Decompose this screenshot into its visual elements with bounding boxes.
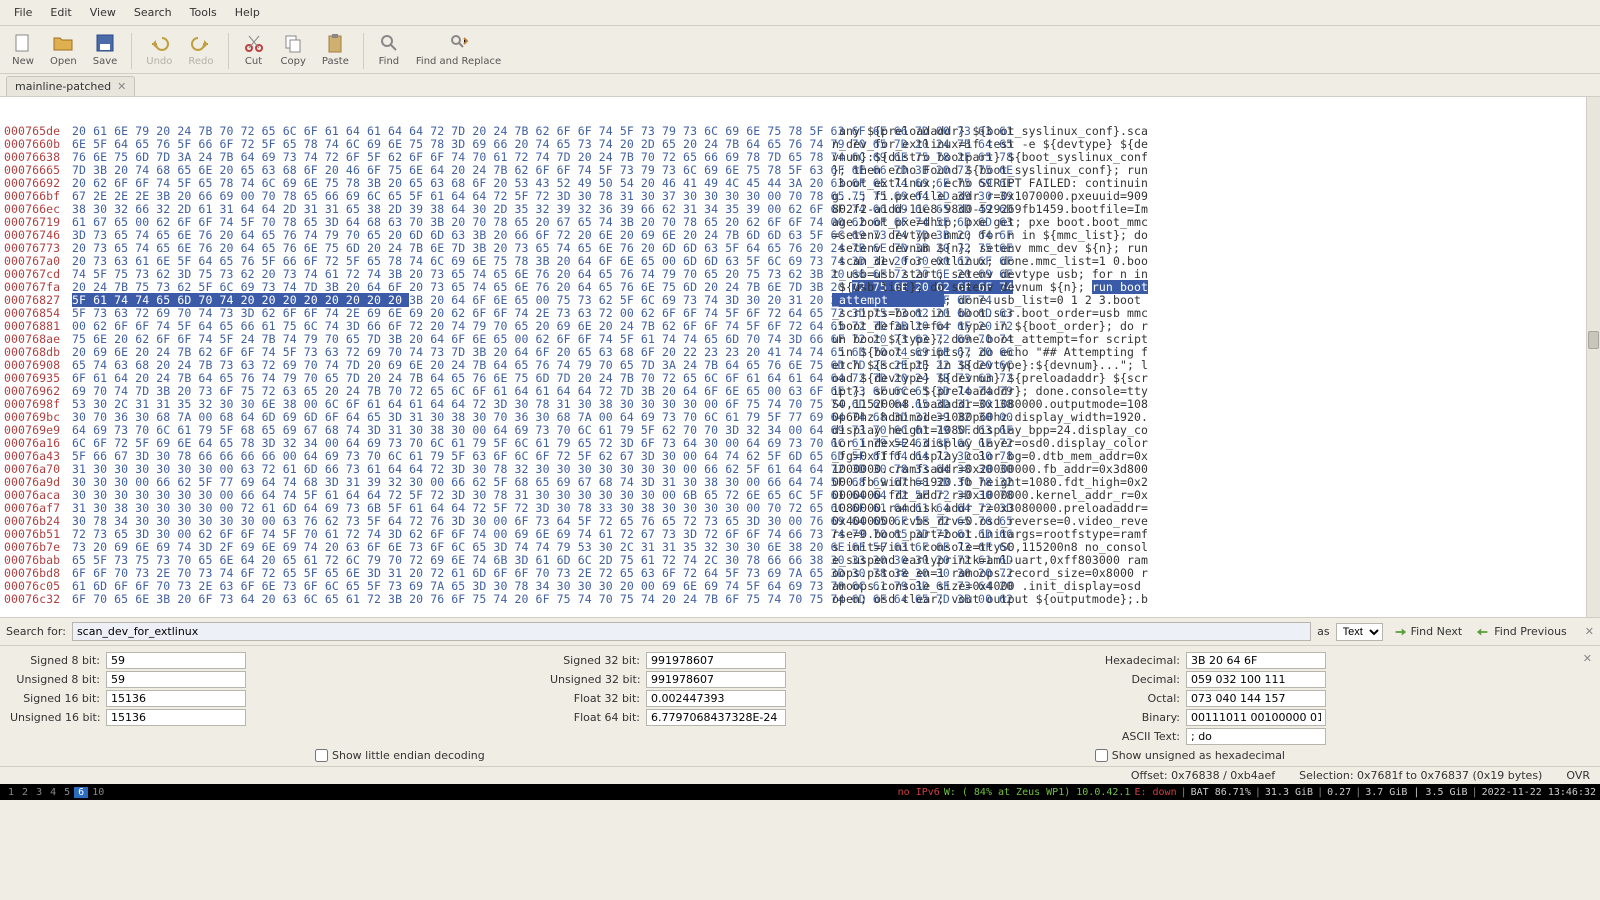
close-icon[interactable]: ✕ bbox=[1585, 625, 1594, 638]
find-button[interactable]: Find bbox=[372, 30, 406, 69]
find-next-button[interactable]: Find Next bbox=[1389, 624, 1467, 640]
decode-value[interactable] bbox=[646, 652, 786, 669]
decode-label: Signed 8 bit: bbox=[10, 654, 100, 667]
cut-button[interactable]: Cut bbox=[237, 30, 271, 69]
searchbar: Search for: as Text Find Next Find Previ… bbox=[0, 617, 1600, 645]
workspace-4[interactable]: 4 bbox=[46, 787, 60, 798]
menu-edit[interactable]: Edit bbox=[42, 2, 79, 23]
save-button[interactable]: Save bbox=[87, 30, 124, 69]
new-button[interactable]: New bbox=[6, 30, 40, 69]
open-icon bbox=[52, 32, 74, 54]
status-battery: BAT 86.71% bbox=[1191, 787, 1251, 798]
find-icon bbox=[378, 32, 400, 54]
decode-label: Unsigned 16 bit: bbox=[10, 711, 100, 724]
menu-tools[interactable]: Tools bbox=[182, 2, 225, 23]
undo-button: Undo bbox=[140, 30, 178, 69]
selection-label: Selection: 0x7681f to 0x76837 (0x19 byte… bbox=[1299, 769, 1542, 782]
workspace-2[interactable]: 2 bbox=[18, 787, 32, 798]
overwrite-mode: OVR bbox=[1566, 769, 1590, 782]
decode-label: Float 64 bit: bbox=[550, 711, 640, 724]
copy-icon bbox=[282, 32, 304, 54]
decode-label: Signed 32 bit: bbox=[550, 654, 640, 667]
workspace-10[interactable]: 10 bbox=[88, 787, 108, 798]
copy-button[interactable]: Copy bbox=[275, 30, 312, 69]
little-endian-checkbox[interactable]: Show little endian decoding bbox=[315, 749, 485, 762]
findrepl-icon bbox=[448, 32, 470, 54]
decode-label: Binary: bbox=[1090, 711, 1180, 724]
workspace-switcher[interactable]: 12345610 bbox=[4, 787, 108, 798]
decode-label: Unsigned 32 bit: bbox=[550, 673, 640, 686]
workspace-1[interactable]: 1 bbox=[4, 787, 18, 798]
open-button[interactable]: Open bbox=[44, 30, 83, 69]
paste-icon bbox=[324, 32, 346, 54]
search-input[interactable] bbox=[72, 622, 1311, 641]
decode-value[interactable] bbox=[106, 671, 246, 688]
menu-file[interactable]: File bbox=[6, 2, 40, 23]
decode-value[interactable] bbox=[1186, 690, 1326, 707]
scrollbar-thumb[interactable] bbox=[1588, 331, 1599, 349]
status-mem: 31.3 GiB bbox=[1265, 787, 1313, 798]
search-as-label: as bbox=[1317, 625, 1329, 638]
status-clock: 2022-11-22 13:46:32 bbox=[1482, 787, 1596, 798]
toolbar: NewOpenSave UndoRedo CutCopyPaste FindFind … bbox=[0, 26, 1600, 74]
decode-label: Octal: bbox=[1090, 692, 1180, 705]
workspace-5[interactable]: 5 bbox=[60, 787, 74, 798]
save-icon bbox=[94, 32, 116, 54]
statusbar: 12345610 no IPv6 W: ( 84% at Zeus WP1) 1… bbox=[0, 784, 1600, 800]
undo-icon bbox=[148, 32, 170, 54]
workspace-3[interactable]: 3 bbox=[32, 787, 46, 798]
close-icon[interactable]: ✕ bbox=[1583, 652, 1592, 665]
status-wifi: W: ( 84% at Zeus WP1) 10.0.42.1 bbox=[944, 787, 1131, 798]
status-ipv6: no IPv6 bbox=[898, 787, 940, 798]
scrollbar[interactable] bbox=[1586, 97, 1600, 617]
hex-row[interactable]: 00076c326F 70 65 6E 3B 20 6F 73 64 20 63… bbox=[4, 593, 1596, 606]
unsigned-hex-checkbox[interactable]: Show unsigned as hexadecimal bbox=[1095, 749, 1285, 762]
arrow-right-icon bbox=[1393, 625, 1407, 639]
offset-bar: Offset: 0x76838 / 0xb4aef Selection: 0x7… bbox=[0, 766, 1600, 784]
paste-button[interactable]: Paste bbox=[316, 30, 355, 69]
cut-icon bbox=[243, 32, 265, 54]
decode-value[interactable] bbox=[106, 652, 246, 669]
decode-label: Hexadecimal: bbox=[1090, 654, 1180, 667]
status-eth: E: down bbox=[1134, 787, 1176, 798]
decode-label: ASCII Text: bbox=[1090, 730, 1180, 743]
decode-value[interactable] bbox=[1186, 709, 1326, 726]
offset-label: Offset: 0x76838 / 0xb4aef bbox=[1131, 769, 1275, 782]
status-load: 0.27 bbox=[1327, 787, 1351, 798]
decode-value[interactable] bbox=[1186, 671, 1326, 688]
decode-label: Signed 16 bit: bbox=[10, 692, 100, 705]
find-previous-button[interactable]: Find Previous bbox=[1472, 624, 1571, 640]
new-icon bbox=[12, 32, 34, 54]
arrow-left-icon bbox=[1476, 625, 1490, 639]
menubar: FileEditViewSearchToolsHelp bbox=[0, 0, 1600, 26]
close-icon[interactable]: ✕ bbox=[117, 80, 126, 93]
status-disk: 3.7 GiB | 3.5 GiB bbox=[1365, 787, 1467, 798]
decode-label: Unsigned 8 bit: bbox=[10, 673, 100, 686]
workspace-6[interactable]: 6 bbox=[74, 787, 88, 798]
menu-help[interactable]: Help bbox=[227, 2, 268, 23]
menu-view[interactable]: View bbox=[82, 2, 124, 23]
decode-value[interactable] bbox=[1186, 652, 1326, 669]
decode-value[interactable] bbox=[1186, 728, 1326, 745]
search-type-select[interactable]: Text bbox=[1336, 623, 1383, 641]
redo-button: Redo bbox=[182, 30, 219, 69]
tab-title: mainline-patched bbox=[15, 80, 111, 93]
decode-value[interactable] bbox=[106, 690, 246, 707]
decode-pane: ✕ Signed 8 bit: Signed 32 bit: Hexadecimal… bbox=[0, 645, 1600, 766]
decode-value[interactable] bbox=[646, 671, 786, 688]
decode-value[interactable] bbox=[646, 690, 786, 707]
search-label: Search for: bbox=[6, 625, 66, 638]
decode-value[interactable] bbox=[646, 709, 786, 726]
hex-view[interactable]: 000765de20 61 6E 79 20 24 7B 70 72 65 6C… bbox=[0, 97, 1600, 617]
menu-search[interactable]: Search bbox=[126, 2, 180, 23]
tabstrip: mainline-patched ✕ bbox=[0, 74, 1600, 97]
decode-label: Float 32 bit: bbox=[550, 692, 640, 705]
tab-mainline-patched[interactable]: mainline-patched ✕ bbox=[6, 76, 135, 96]
findrepl-button[interactable]: Find and Replace bbox=[410, 30, 507, 69]
redo-icon bbox=[190, 32, 212, 54]
decode-value[interactable] bbox=[106, 709, 246, 726]
decode-label: Decimal: bbox=[1090, 673, 1180, 686]
